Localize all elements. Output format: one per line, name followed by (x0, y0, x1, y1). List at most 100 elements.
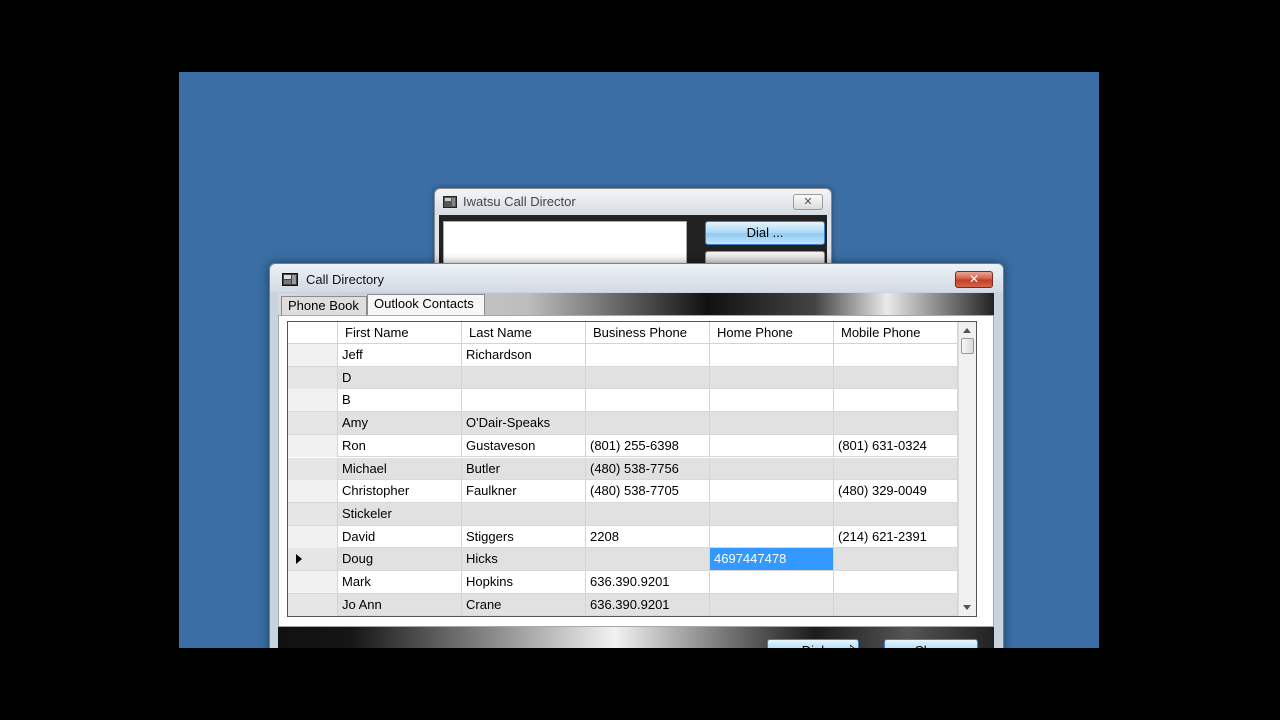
cell-last[interactable]: Hicks (462, 548, 586, 571)
tab-phone-book[interactable]: Phone Book (281, 296, 367, 316)
tab-outlook-contacts[interactable]: Outlook Contacts (367, 294, 485, 315)
cell-first[interactable]: Jo Ann (338, 593, 462, 616)
cell-home[interactable] (710, 502, 834, 525)
column-header-home-phone[interactable]: Home Phone (710, 322, 834, 344)
cell-business[interactable] (586, 344, 710, 366)
table-row[interactable]: Stickeler (288, 502, 958, 526)
cell-last[interactable]: Faulkner (462, 480, 586, 503)
row-header[interactable] (288, 548, 338, 571)
cell-home[interactable] (710, 412, 834, 435)
cell-last[interactable]: Richardson (462, 344, 586, 366)
row-header[interactable] (288, 593, 338, 616)
cell-business[interactable]: (480) 538-7756 (586, 457, 710, 480)
table-row[interactable]: Jo Ann Crane 636.390.9201 (288, 593, 958, 616)
table-row[interactable]: Christopher Faulkner (480) 538-7705 (480) 3… (288, 480, 958, 503)
cell-mobile[interactable] (834, 412, 958, 435)
cell-home[interactable]: 4697447478 (710, 548, 834, 571)
cell-business[interactable] (586, 412, 710, 435)
cell-home[interactable] (710, 525, 834, 548)
cell-business[interactable] (586, 502, 710, 525)
back-window-close-button[interactable]: ✕ (793, 194, 823, 210)
row-header[interactable] (288, 344, 338, 366)
cell-mobile[interactable]: (801) 631-0324 (834, 434, 958, 457)
table-row[interactable]: David Stiggers 2208 (214) 621-2391 (288, 525, 958, 549)
cell-business[interactable]: 2208 (586, 525, 710, 548)
cell-home[interactable] (710, 344, 834, 366)
cell-first[interactable]: D (338, 366, 462, 389)
column-header-mobile-phone[interactable]: Mobile Phone (834, 322, 958, 344)
table-row[interactable]: D (288, 366, 958, 390)
row-header[interactable] (288, 434, 338, 457)
table-row[interactable]: Michael Butler (480) 538-7756 (288, 457, 958, 481)
row-header[interactable] (288, 457, 338, 480)
cell-mobile[interactable] (834, 344, 958, 366)
cell-business[interactable] (586, 548, 710, 571)
row-header[interactable] (288, 412, 338, 435)
window-title-bar[interactable]: Call Directory ✕ (270, 264, 1003, 292)
dial-button[interactable]: Dial (767, 639, 859, 648)
window-close-button[interactable]: ✕ (955, 271, 993, 288)
cell-mobile[interactable] (834, 571, 958, 593)
cell-business[interactable]: 636.390.9201 (586, 593, 710, 616)
cell-last[interactable]: Butler (462, 457, 586, 480)
cell-business[interactable]: (480) 538-7705 (586, 480, 710, 503)
table-row[interactable]: Ron Gustaveson (801) 255-6398 (801) 631-032… (288, 434, 958, 458)
cell-last[interactable]: Crane (462, 593, 586, 616)
scroll-down-arrow-icon[interactable] (963, 605, 971, 610)
column-header-last-name[interactable]: Last Name (462, 322, 586, 344)
cell-mobile[interactable] (834, 389, 958, 412)
cell-last[interactable]: Gustaveson (462, 434, 586, 457)
column-header-first-name[interactable]: First Name (338, 322, 462, 344)
scrollbar-thumb[interactable] (961, 338, 974, 354)
cell-mobile[interactable] (834, 593, 958, 616)
cell-last[interactable] (462, 502, 586, 525)
table-row[interactable]: Mark Hopkins 636.390.9201 (288, 571, 958, 594)
vertical-scrollbar[interactable] (958, 322, 976, 616)
cell-last[interactable]: Stiggers (462, 525, 586, 548)
cell-business[interactable] (586, 389, 710, 412)
cell-first[interactable]: Amy (338, 412, 462, 435)
cell-home[interactable] (710, 457, 834, 480)
cell-first[interactable]: David (338, 525, 462, 548)
cell-first[interactable]: Christopher (338, 480, 462, 503)
cell-mobile[interactable] (834, 457, 958, 480)
cell-home[interactable] (710, 571, 834, 593)
cell-home[interactable] (710, 366, 834, 389)
scroll-up-arrow-icon[interactable] (963, 328, 971, 333)
cell-last[interactable] (462, 366, 586, 389)
cell-first[interactable]: Ron (338, 434, 462, 457)
close-button[interactable]: Close (884, 639, 978, 648)
contacts-grid[interactable]: First Name Last Name Business Phone Home… (287, 321, 977, 617)
table-row[interactable]: Amy O'Dair-Speaks (288, 412, 958, 435)
row-header[interactable] (288, 525, 338, 548)
row-header[interactable] (288, 571, 338, 593)
cell-mobile[interactable]: (214) 621-2391 (834, 525, 958, 548)
row-header[interactable] (288, 389, 338, 412)
row-header[interactable] (288, 366, 338, 389)
cell-last[interactable]: Hopkins (462, 571, 586, 593)
table-row[interactable]: B (288, 389, 958, 413)
row-header[interactable] (288, 502, 338, 525)
cell-mobile[interactable] (834, 366, 958, 389)
number-display-field[interactable] (443, 221, 687, 267)
cell-mobile[interactable] (834, 548, 958, 571)
cell-mobile[interactable] (834, 502, 958, 525)
cell-mobile[interactable]: (480) 329-0049 (834, 480, 958, 503)
cell-first[interactable]: Jeff (338, 344, 462, 366)
cell-home[interactable] (710, 389, 834, 412)
cell-first[interactable]: Doug (338, 548, 462, 571)
cell-last[interactable] (462, 389, 586, 412)
table-row[interactable]: Jeff Richardson (288, 344, 958, 367)
cell-home[interactable] (710, 434, 834, 457)
cell-business[interactable] (586, 366, 710, 389)
cell-last[interactable]: O'Dair-Speaks (462, 412, 586, 435)
cell-first[interactable]: Stickeler (338, 502, 462, 525)
back-window-title-bar[interactable]: Iwatsu Call Director ✕ (435, 189, 831, 215)
cell-business[interactable]: 636.390.9201 (586, 571, 710, 593)
column-header-business-phone[interactable]: Business Phone (586, 322, 710, 344)
call-directory-window[interactable]: Call Directory ✕ Phone Book Outlook Cont… (269, 263, 1004, 648)
cell-first[interactable]: Mark (338, 571, 462, 593)
cell-home[interactable] (710, 593, 834, 616)
cell-first[interactable]: B (338, 389, 462, 412)
back-dial-button[interactable]: Dial ... (705, 221, 825, 245)
